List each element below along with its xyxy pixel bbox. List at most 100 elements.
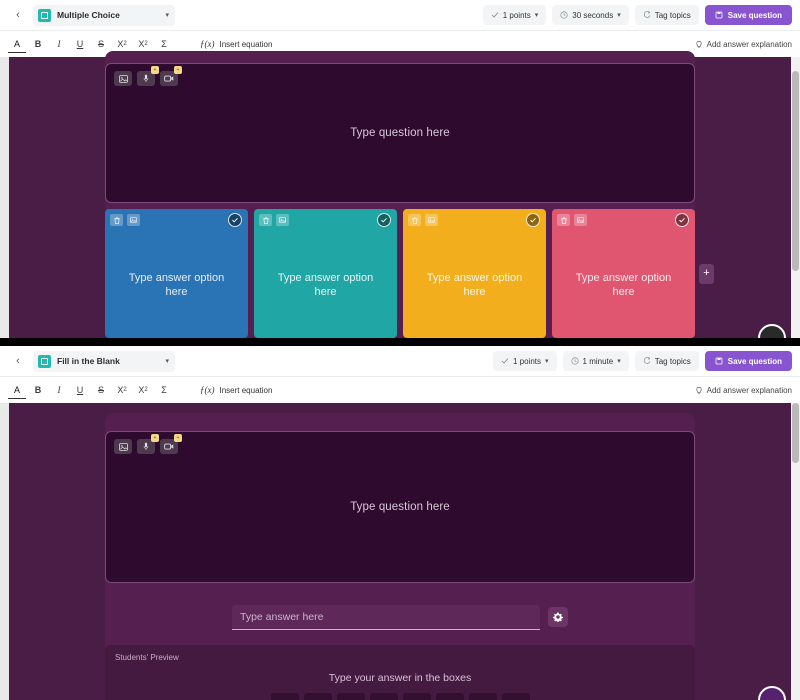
top-toolbar-actions: 1 points ▾ 1 minute ▾ Tag topics Save qu… bbox=[492, 346, 792, 376]
italic-button[interactable]: I bbox=[50, 35, 68, 53]
mark-correct-toggle[interactable] bbox=[377, 213, 391, 227]
answer-option-tools bbox=[557, 214, 587, 226]
strikethrough-button[interactable]: S bbox=[92, 35, 110, 53]
option-image-button[interactable] bbox=[276, 214, 289, 226]
question-type-label: Fill in the Blank bbox=[57, 356, 120, 366]
insert-video-button[interactable]: + bbox=[160, 66, 182, 86]
function-icon: ƒ(x) bbox=[200, 385, 215, 395]
subscript-button[interactable]: X2 bbox=[134, 381, 152, 399]
italic-button[interactable]: I bbox=[50, 381, 68, 399]
answer-option-card[interactable]: Type answer option here bbox=[403, 209, 546, 338]
save-question-button[interactable]: Save question bbox=[704, 351, 792, 371]
text-color-button[interactable]: A bbox=[8, 381, 26, 399]
check-icon bbox=[679, 217, 685, 223]
bold-button[interactable]: B bbox=[29, 381, 47, 399]
mark-correct-toggle[interactable] bbox=[675, 213, 689, 227]
top-toolbar: ‹ Multiple Choice ▾ 1 points ▾ 30 second… bbox=[0, 0, 800, 30]
top-toolbar: ‹ Fill in the Blank ▾ 1 points ▾ 1 minut… bbox=[0, 346, 800, 376]
letter-box[interactable] bbox=[435, 693, 464, 700]
letter-box[interactable] bbox=[336, 693, 365, 700]
answer-settings-button[interactable] bbox=[548, 607, 568, 627]
underline-button[interactable]: U bbox=[71, 381, 89, 399]
time-limit-label: 30 seconds bbox=[572, 10, 614, 20]
answer-input[interactable]: Type answer here bbox=[232, 604, 540, 630]
students-preview-subtitle: Type your answer in the boxes bbox=[328, 672, 472, 684]
check-icon bbox=[530, 217, 536, 223]
delete-option-button[interactable] bbox=[110, 214, 123, 226]
help-floating-button[interactable] bbox=[758, 686, 786, 700]
add-answer-explanation-label: Add answer explanation bbox=[706, 386, 792, 395]
letter-box[interactable] bbox=[468, 693, 497, 700]
option-image-button[interactable] bbox=[574, 214, 587, 226]
text-format-toolbar: A B I U S X2 X2 Σ ƒ(x) Insert equation A… bbox=[0, 376, 800, 403]
question-type-dropdown[interactable]: Multiple Choice ▾ bbox=[33, 4, 175, 26]
letter-box[interactable] bbox=[402, 693, 431, 700]
help-floating-button[interactable] bbox=[758, 324, 786, 338]
letter-box[interactable] bbox=[369, 693, 398, 700]
add-answer-option-button[interactable]: + bbox=[699, 263, 714, 284]
image-icon bbox=[118, 442, 128, 451]
delete-option-button[interactable] bbox=[557, 214, 570, 226]
strikethrough-button[interactable]: S bbox=[92, 381, 110, 399]
letter-box[interactable] bbox=[501, 693, 530, 700]
insert-image-button[interactable] bbox=[114, 439, 132, 454]
trash-icon bbox=[411, 216, 418, 224]
answer-option-card[interactable]: Type answer option here bbox=[105, 209, 248, 338]
points-dropdown[interactable]: 1 points ▾ bbox=[482, 5, 547, 25]
answer-option-card[interactable]: Type answer option here bbox=[254, 209, 397, 338]
sigma-button[interactable]: Σ bbox=[155, 381, 173, 399]
answer-option-tools bbox=[408, 214, 438, 226]
insert-video-button[interactable]: + bbox=[160, 434, 182, 454]
page-scrollbar[interactable] bbox=[791, 403, 800, 700]
tag-topics-button[interactable]: Tag topics bbox=[634, 351, 699, 371]
trash-icon bbox=[113, 216, 120, 224]
letter-box[interactable] bbox=[303, 693, 332, 700]
back-button[interactable]: ‹ bbox=[8, 351, 28, 371]
option-image-button[interactable] bbox=[425, 214, 438, 226]
panel-divider bbox=[0, 338, 800, 346]
insert-audio-button[interactable]: + bbox=[137, 66, 159, 86]
chevron-down-icon: ▾ bbox=[617, 12, 621, 19]
superscript-button[interactable]: X2 bbox=[113, 381, 131, 399]
trash-icon bbox=[560, 216, 567, 224]
image-icon bbox=[118, 74, 128, 83]
scrollbar-thumb[interactable] bbox=[792, 71, 799, 271]
delete-option-button[interactable] bbox=[408, 214, 421, 226]
answer-option-placeholder: Type answer option here bbox=[128, 271, 225, 298]
function-icon: ƒ(x) bbox=[200, 39, 215, 49]
chevron-down-icon: ▾ bbox=[617, 358, 621, 365]
time-limit-dropdown[interactable]: 30 seconds ▾ bbox=[552, 5, 629, 25]
chevron-down-icon: ▾ bbox=[165, 12, 169, 19]
microphone-icon bbox=[143, 74, 149, 82]
page-scrollbar[interactable] bbox=[791, 57, 800, 338]
answer-option-placeholder: Type answer option here bbox=[575, 271, 672, 298]
delete-option-button[interactable] bbox=[259, 214, 272, 226]
letter-box[interactable] bbox=[270, 693, 299, 700]
add-answer-explanation-button[interactable]: Add answer explanation bbox=[695, 31, 792, 58]
insert-audio-button[interactable]: + bbox=[137, 434, 159, 454]
option-image-button[interactable] bbox=[127, 214, 140, 226]
question-type-dropdown[interactable]: Fill in the Blank ▾ bbox=[33, 350, 175, 372]
question-text-box[interactable]: + + Type question here bbox=[105, 63, 695, 203]
scrollbar-thumb[interactable] bbox=[792, 403, 799, 463]
insert-image-button[interactable] bbox=[114, 71, 132, 86]
answer-option-card[interactable]: Type answer option here bbox=[552, 209, 695, 338]
video-icon bbox=[164, 75, 174, 82]
underline-button[interactable]: U bbox=[71, 35, 89, 53]
bold-button[interactable]: B bbox=[29, 35, 47, 53]
insert-equation-button[interactable]: ƒ(x) Insert equation bbox=[200, 385, 272, 395]
save-icon bbox=[715, 357, 723, 365]
save-question-button[interactable]: Save question bbox=[704, 5, 792, 25]
tag-topics-button[interactable]: Tag topics bbox=[634, 5, 699, 25]
text-color-button[interactable]: A bbox=[8, 35, 26, 53]
question-text-box[interactable]: + + Type question here bbox=[105, 431, 695, 583]
clock-icon bbox=[570, 357, 579, 365]
back-button[interactable]: ‹ bbox=[8, 5, 28, 25]
mark-correct-toggle[interactable] bbox=[228, 213, 242, 227]
subscript-exponent: 2 bbox=[144, 387, 148, 393]
mark-correct-toggle[interactable] bbox=[526, 213, 540, 227]
points-dropdown[interactable]: 1 points ▾ bbox=[492, 351, 557, 371]
time-limit-dropdown[interactable]: 1 minute ▾ bbox=[562, 351, 629, 371]
add-answer-explanation-button[interactable]: Add answer explanation bbox=[695, 377, 792, 404]
insert-equation-button[interactable]: ƒ(x) Insert equation bbox=[200, 39, 272, 49]
